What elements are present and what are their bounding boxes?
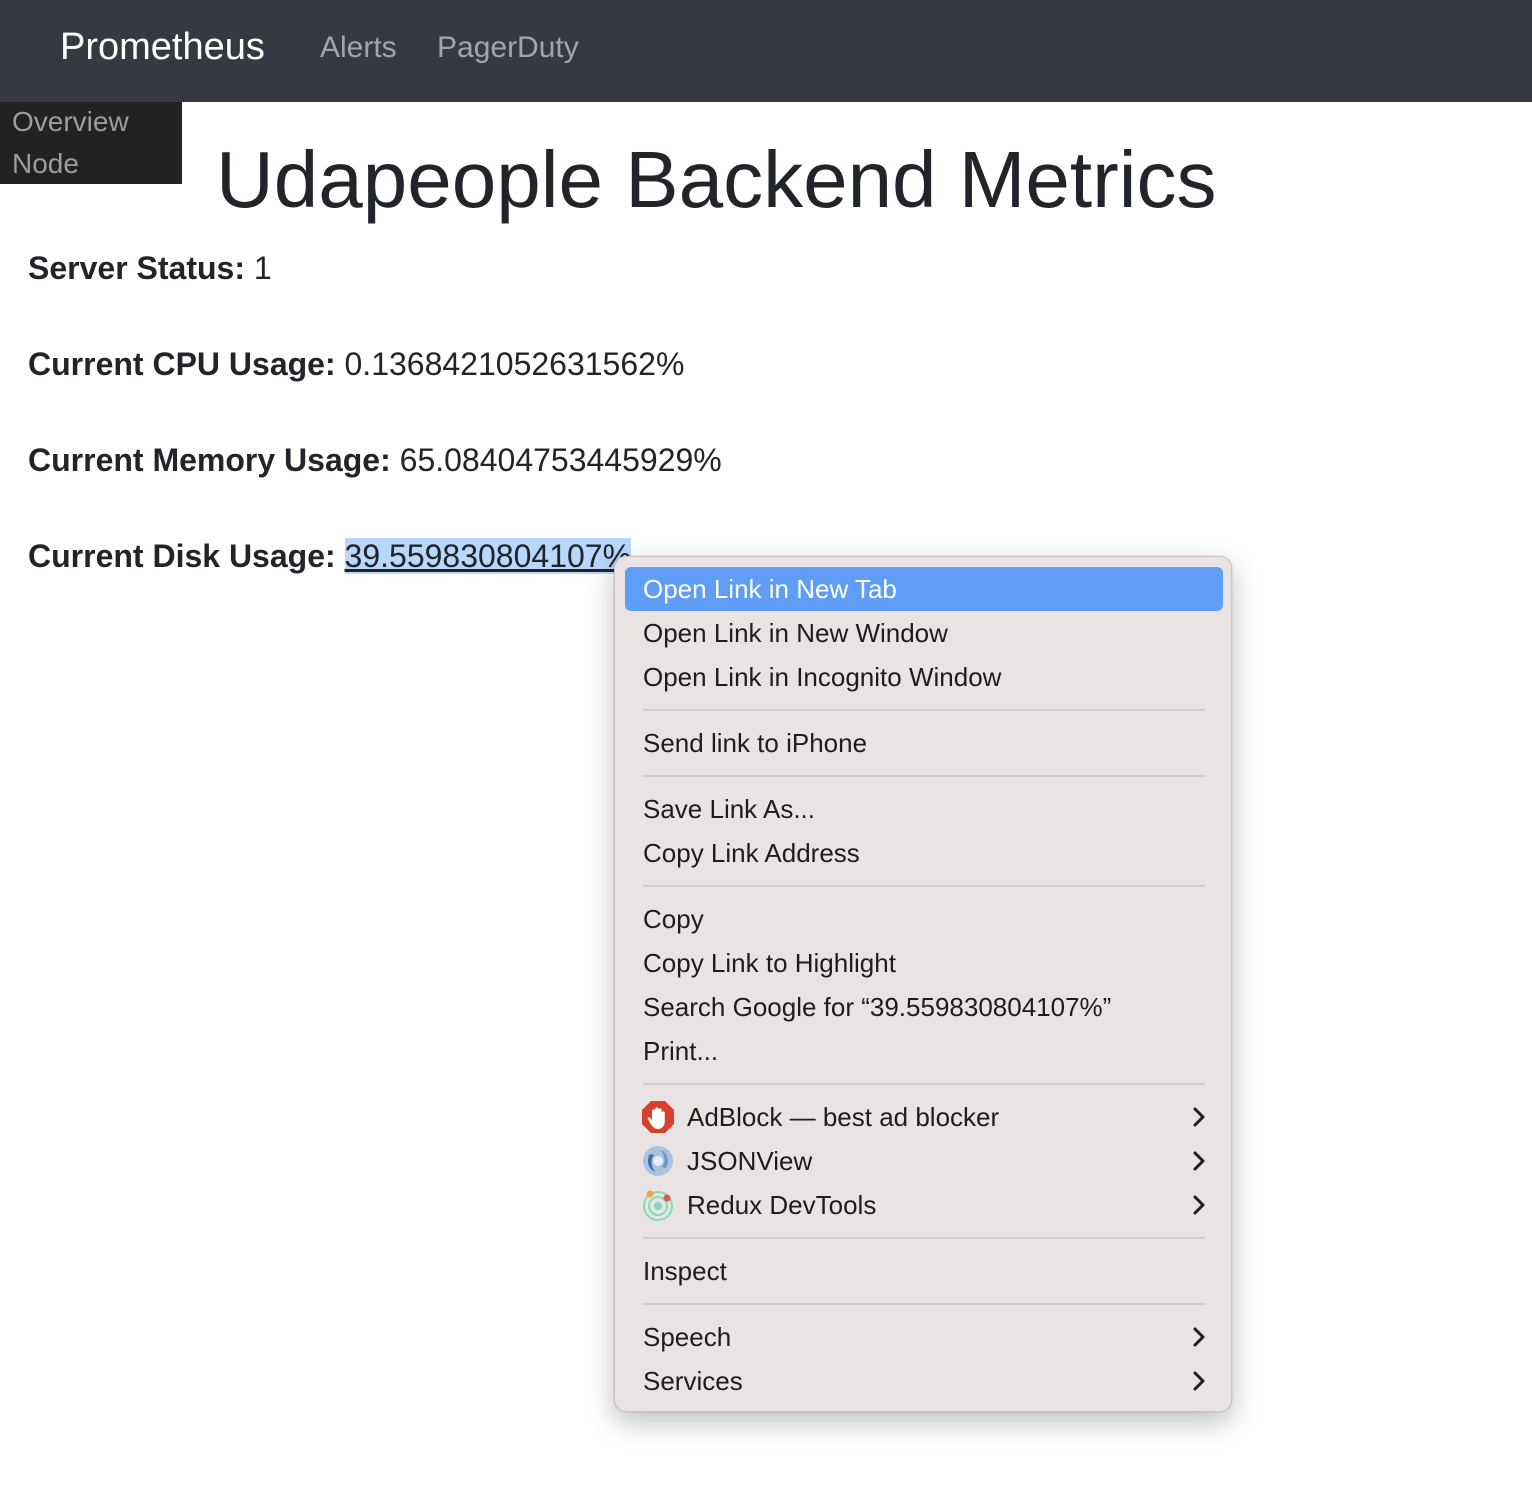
context-menu: Open Link in New Tab Open Link in New Wi… (614, 556, 1232, 1412)
metric-value: 65.08404753445929% (399, 442, 722, 478)
menu-separator (643, 1083, 1205, 1085)
chevron-right-icon (1193, 1107, 1205, 1127)
menu-item-copy-link-to-highlight[interactable]: Copy Link to Highlight (625, 941, 1223, 985)
menu-item-open-incognito[interactable]: Open Link in Incognito Window (625, 655, 1223, 699)
chevron-right-icon (1193, 1327, 1205, 1347)
metric-disk-usage: Current Disk Usage: 39.559830804107% (28, 534, 632, 578)
menu-item-redux-devtools[interactable]: Redux DevTools (625, 1183, 1223, 1227)
menu-item-adblock[interactable]: AdBlock — best ad blocker (625, 1095, 1223, 1139)
menu-separator (643, 1303, 1205, 1305)
nav-link-alerts[interactable]: Alerts (320, 28, 397, 68)
metric-label: Current Disk Usage: (28, 538, 336, 574)
brand-link[interactable]: Prometheus (60, 22, 265, 72)
menu-item-speech[interactable]: Speech (625, 1315, 1223, 1359)
chevron-right-icon (1193, 1151, 1205, 1171)
menu-item-save-link-as[interactable]: Save Link As... (625, 787, 1223, 831)
chevron-right-icon (1193, 1371, 1205, 1391)
menu-item-label: Speech (643, 1322, 732, 1352)
menu-item-open-new-tab[interactable]: Open Link in New Tab (625, 567, 1223, 611)
nav-link-pagerduty[interactable]: PagerDuty (437, 28, 579, 68)
menu-item-open-new-window[interactable]: Open Link in New Window (625, 611, 1223, 655)
menu-item-label: JSONView (687, 1146, 813, 1176)
sidebar-item-overview[interactable]: Overview (12, 102, 129, 142)
menu-item-label: Redux DevTools (687, 1190, 877, 1220)
metric-value: 0.1368421052631562% (344, 346, 685, 382)
menu-item-services[interactable]: Services (625, 1359, 1223, 1403)
jsonview-icon (643, 1146, 673, 1176)
metric-value: 1 (253, 250, 272, 286)
sidebar-item-node[interactable]: Node (12, 144, 79, 184)
chevron-right-icon (1193, 1195, 1205, 1215)
menu-separator (643, 709, 1205, 711)
metric-cpu-usage: Current CPU Usage: 0.1368421052631562% (28, 342, 684, 386)
menu-item-inspect[interactable]: Inspect (625, 1249, 1223, 1293)
menu-item-search-google[interactable]: Search Google for “39.559830804107%” (625, 985, 1223, 1029)
menu-separator (643, 885, 1205, 887)
menu-item-print[interactable]: Print... (625, 1029, 1223, 1073)
redux-devtools-icon (643, 1190, 673, 1221)
menu-item-label: Services (643, 1366, 743, 1396)
menu-item-send-to-iphone[interactable]: Send link to iPhone (625, 721, 1223, 765)
menu-item-jsonview[interactable]: JSONView (625, 1139, 1223, 1183)
metric-label: Current CPU Usage: (28, 346, 336, 382)
page-title: Udapeople Backend Metrics (216, 135, 1217, 224)
adblock-hand-icon (642, 1101, 674, 1133)
metric-label: Server Status: (28, 250, 245, 286)
menu-item-label: AdBlock — best ad blocker (687, 1102, 1000, 1132)
metric-label: Current Memory Usage: (28, 442, 391, 478)
menu-separator (643, 775, 1205, 777)
metric-server-status: Server Status: 1 (28, 246, 272, 290)
menu-item-copy[interactable]: Copy (625, 897, 1223, 941)
menu-separator (643, 1237, 1205, 1239)
metric-memory-usage: Current Memory Usage: 65.08404753445929% (28, 438, 722, 482)
menu-item-copy-link-address[interactable]: Copy Link Address (625, 831, 1223, 875)
metric-value-link[interactable]: 39.559830804107% (344, 538, 632, 574)
